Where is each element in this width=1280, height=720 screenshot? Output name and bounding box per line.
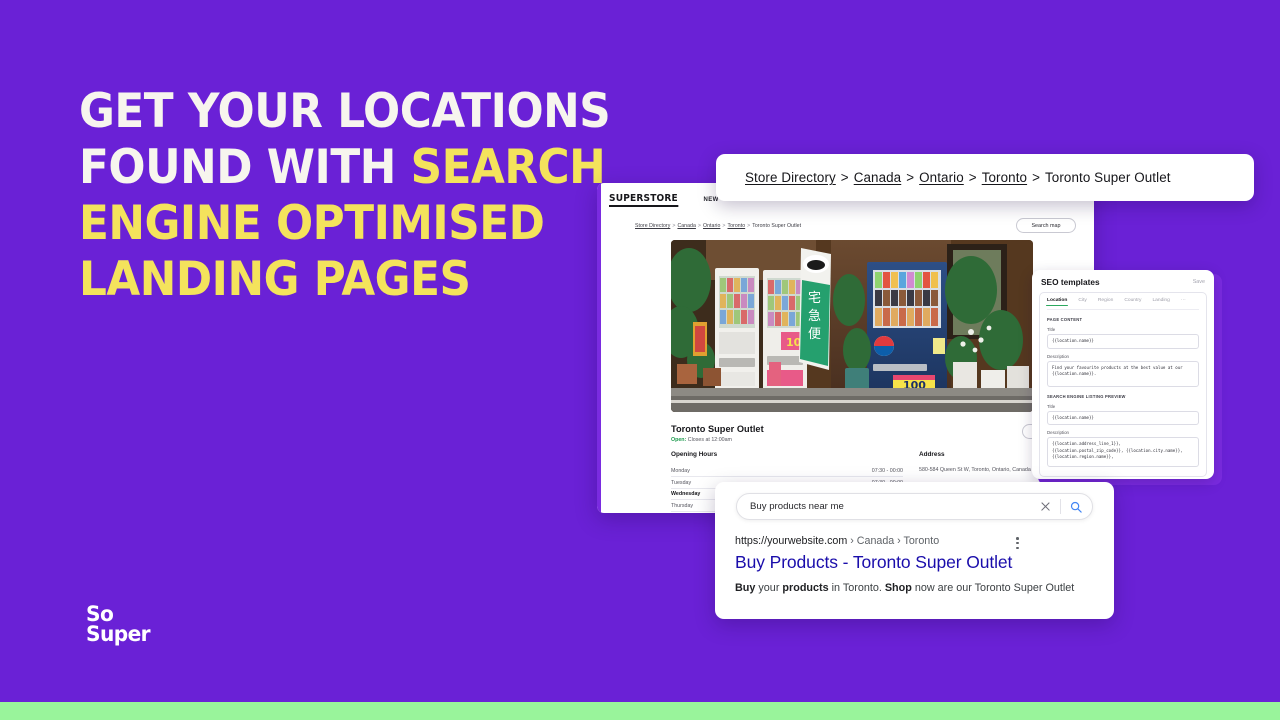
search-map-button[interactable]: Search map	[1016, 218, 1076, 233]
breadcrumb-separator: >	[840, 170, 849, 185]
search-divider	[1060, 499, 1061, 514]
store-photo: 100 宅 急 便 100	[671, 240, 1033, 412]
site-breadcrumb-toronto[interactable]: Toronto	[727, 223, 745, 229]
logo-line-1: So	[86, 602, 114, 626]
headline-line-4-highlight: landing pages	[79, 252, 471, 307]
breadcrumb-store-directory[interactable]: Store Directory	[745, 170, 836, 185]
headline-line-3-highlight: engine optimised	[79, 196, 545, 251]
site-breadcrumb-store-directory[interactable]: Store Directory	[635, 223, 670, 229]
result-desc-text-3: now are our Toronto Super Outlet	[911, 582, 1075, 594]
site-breadcrumb-current: Toronto Super Outlet	[752, 223, 802, 229]
page-title: Get your locations found with Search eng…	[79, 84, 656, 308]
superstore-logo: SUPERSTORE	[609, 193, 678, 207]
store-status-open: Open:	[671, 437, 687, 443]
seo-section-listing-preview: SEARCH ENGINE LISTING PREVIEW	[1047, 393, 1126, 399]
result-desc-text-2: in Toronto.	[828, 582, 885, 594]
result-url: https://yourwebsite.com › Canada › Toron…	[735, 535, 939, 547]
svg-text:便: 便	[808, 327, 821, 342]
result-desc-bold-1: Buy	[735, 582, 756, 594]
site-breadcrumb-ontario[interactable]: Ontario	[703, 223, 720, 229]
headline-line-1-text: Get your locations	[79, 84, 611, 139]
hours-row: Monday 07:30 - 00:00	[671, 466, 903, 478]
seo-tabs: Location City Region Country Landing ···	[1045, 293, 1199, 310]
breadcrumb-canada[interactable]: Canada	[854, 170, 902, 185]
search-input[interactable]: Buy products near me	[750, 501, 1039, 512]
seo-tab-city[interactable]: City	[1078, 298, 1086, 306]
headline-line-3: engine optimised	[79, 196, 656, 252]
seo-listing-desc-label: Description	[1047, 430, 1069, 436]
opening-hours-heading: Opening Hours	[671, 451, 718, 458]
search-map-label: Search map	[1031, 222, 1061, 229]
seo-tab-landing[interactable]: Landing	[1152, 298, 1169, 306]
seo-listing-desc-input[interactable]: {{location.address_line_1}}, {{location.…	[1047, 437, 1199, 468]
seo-panel-header: SEO templates Save	[1032, 270, 1214, 292]
seo-listing-title-input[interactable]: {{location.name}}	[1047, 410, 1199, 426]
result-domain: https://yourwebsite.com	[735, 535, 848, 547]
headline-line-2-text: found with	[79, 140, 411, 195]
result-description: Buy your products in Toronto. Shop now a…	[735, 581, 1105, 596]
seo-tab-more-icon[interactable]: ···	[1181, 298, 1186, 306]
seo-tab-country[interactable]: Country	[1124, 298, 1141, 306]
so-super-logo: So Super	[86, 602, 151, 646]
headline-line-1: Get your locations	[79, 84, 656, 140]
seo-templates-panel: SEO templates Save Location City Region …	[1032, 270, 1222, 485]
result-title-link[interactable]: Buy Products - Toronto Super Outlet	[735, 552, 1012, 573]
breadcrumb-separator: >	[906, 170, 915, 185]
breadcrumb-toronto[interactable]: Toronto	[982, 170, 1027, 185]
result-path: › Canada › Toronto	[847, 535, 940, 547]
seo-page-desc-label: Description	[1047, 353, 1069, 359]
seo-page-desc-input[interactable]: Find your favourite products at the best…	[1047, 360, 1199, 387]
seo-panel-body: Location City Region Country Landing ···…	[1039, 292, 1207, 477]
logo-line-2: Super	[86, 622, 151, 646]
hours-day: Wednesday	[671, 491, 701, 498]
search-result-card: Buy products near me https://yourwebsite…	[715, 482, 1114, 619]
headline-line-2-highlight: Search	[410, 140, 606, 195]
seo-tab-region[interactable]: Region	[1098, 298, 1114, 306]
store-status: Open: Closes at 12:00am	[671, 437, 732, 443]
store-name: Toronto Super Outlet	[671, 424, 764, 434]
breadcrumb: Store Directory > Canada > Ontario > Toronto > T…	[745, 170, 1171, 185]
breadcrumb-ontario[interactable]: Ontario	[919, 170, 964, 185]
result-desc-bold-3: Shop	[884, 582, 912, 594]
search-icon[interactable]	[1070, 501, 1082, 513]
seo-panel-title: SEO templates	[1041, 277, 1100, 287]
kebab-menu-icon[interactable]	[1016, 537, 1019, 550]
seo-section-page-content: PAGE CONTENT	[1047, 317, 1083, 322]
breadcrumb-separator: >	[1032, 170, 1040, 185]
seo-panel-card: SEO templates Save Location City Region …	[1032, 270, 1214, 479]
address-heading: Address	[919, 451, 945, 458]
result-desc-text-1: your	[755, 582, 783, 594]
site-breadcrumb: Store Directory > Canada > Ontario > Toronto > T…	[635, 223, 801, 229]
hours-day: Monday	[671, 468, 690, 475]
site-breadcrumb-canada[interactable]: Canada	[677, 223, 695, 229]
hours-day: Tuesday	[671, 479, 692, 486]
headline-line-4: landing pages	[79, 252, 656, 308]
search-bar[interactable]: Buy products near me	[736, 493, 1093, 520]
seo-listing-title-label: Title	[1047, 403, 1056, 409]
store-locator-website-mockup: SUPERSTORE NEW MEN Store Directory>Canad…	[597, 183, 1094, 513]
breadcrumb-card: Store Directory > Canada > Ontario > Toronto > T…	[716, 154, 1254, 201]
seo-page-title-input[interactable]: {{location.name}}	[1047, 334, 1199, 349]
promo-banner: Get your locations found with Search eng…	[0, 0, 1280, 720]
headline-line-2: found with Search	[79, 140, 656, 196]
svg-text:宅: 宅	[808, 291, 821, 306]
seo-tab-location[interactable]: Location	[1045, 298, 1069, 306]
seo-save-button[interactable]: Save	[1193, 279, 1205, 285]
result-desc-bold-2: products	[782, 582, 829, 594]
store-address: 580-584 Queen St W, Toronto, Ontario, Ca…	[919, 467, 1031, 473]
seo-page-title-label: Title	[1047, 327, 1056, 332]
vending-machines-illustration: 100 宅 急 便 100	[671, 240, 1033, 412]
breadcrumb-separator: >	[968, 170, 977, 185]
hours-time: 07:30 - 00:00	[871, 468, 903, 475]
svg-text:急: 急	[808, 309, 821, 324]
site-breadcrumb-sep: >	[697, 223, 702, 229]
breadcrumb-current: Toronto Super Outlet	[1045, 170, 1171, 185]
site-nav-item-new[interactable]: NEW	[704, 197, 719, 203]
bottom-accent-bar	[0, 702, 1280, 720]
close-icon[interactable]	[1039, 500, 1052, 513]
store-status-text: Closes at 12:00am	[686, 437, 732, 443]
hours-day: Thursday	[671, 502, 694, 509]
